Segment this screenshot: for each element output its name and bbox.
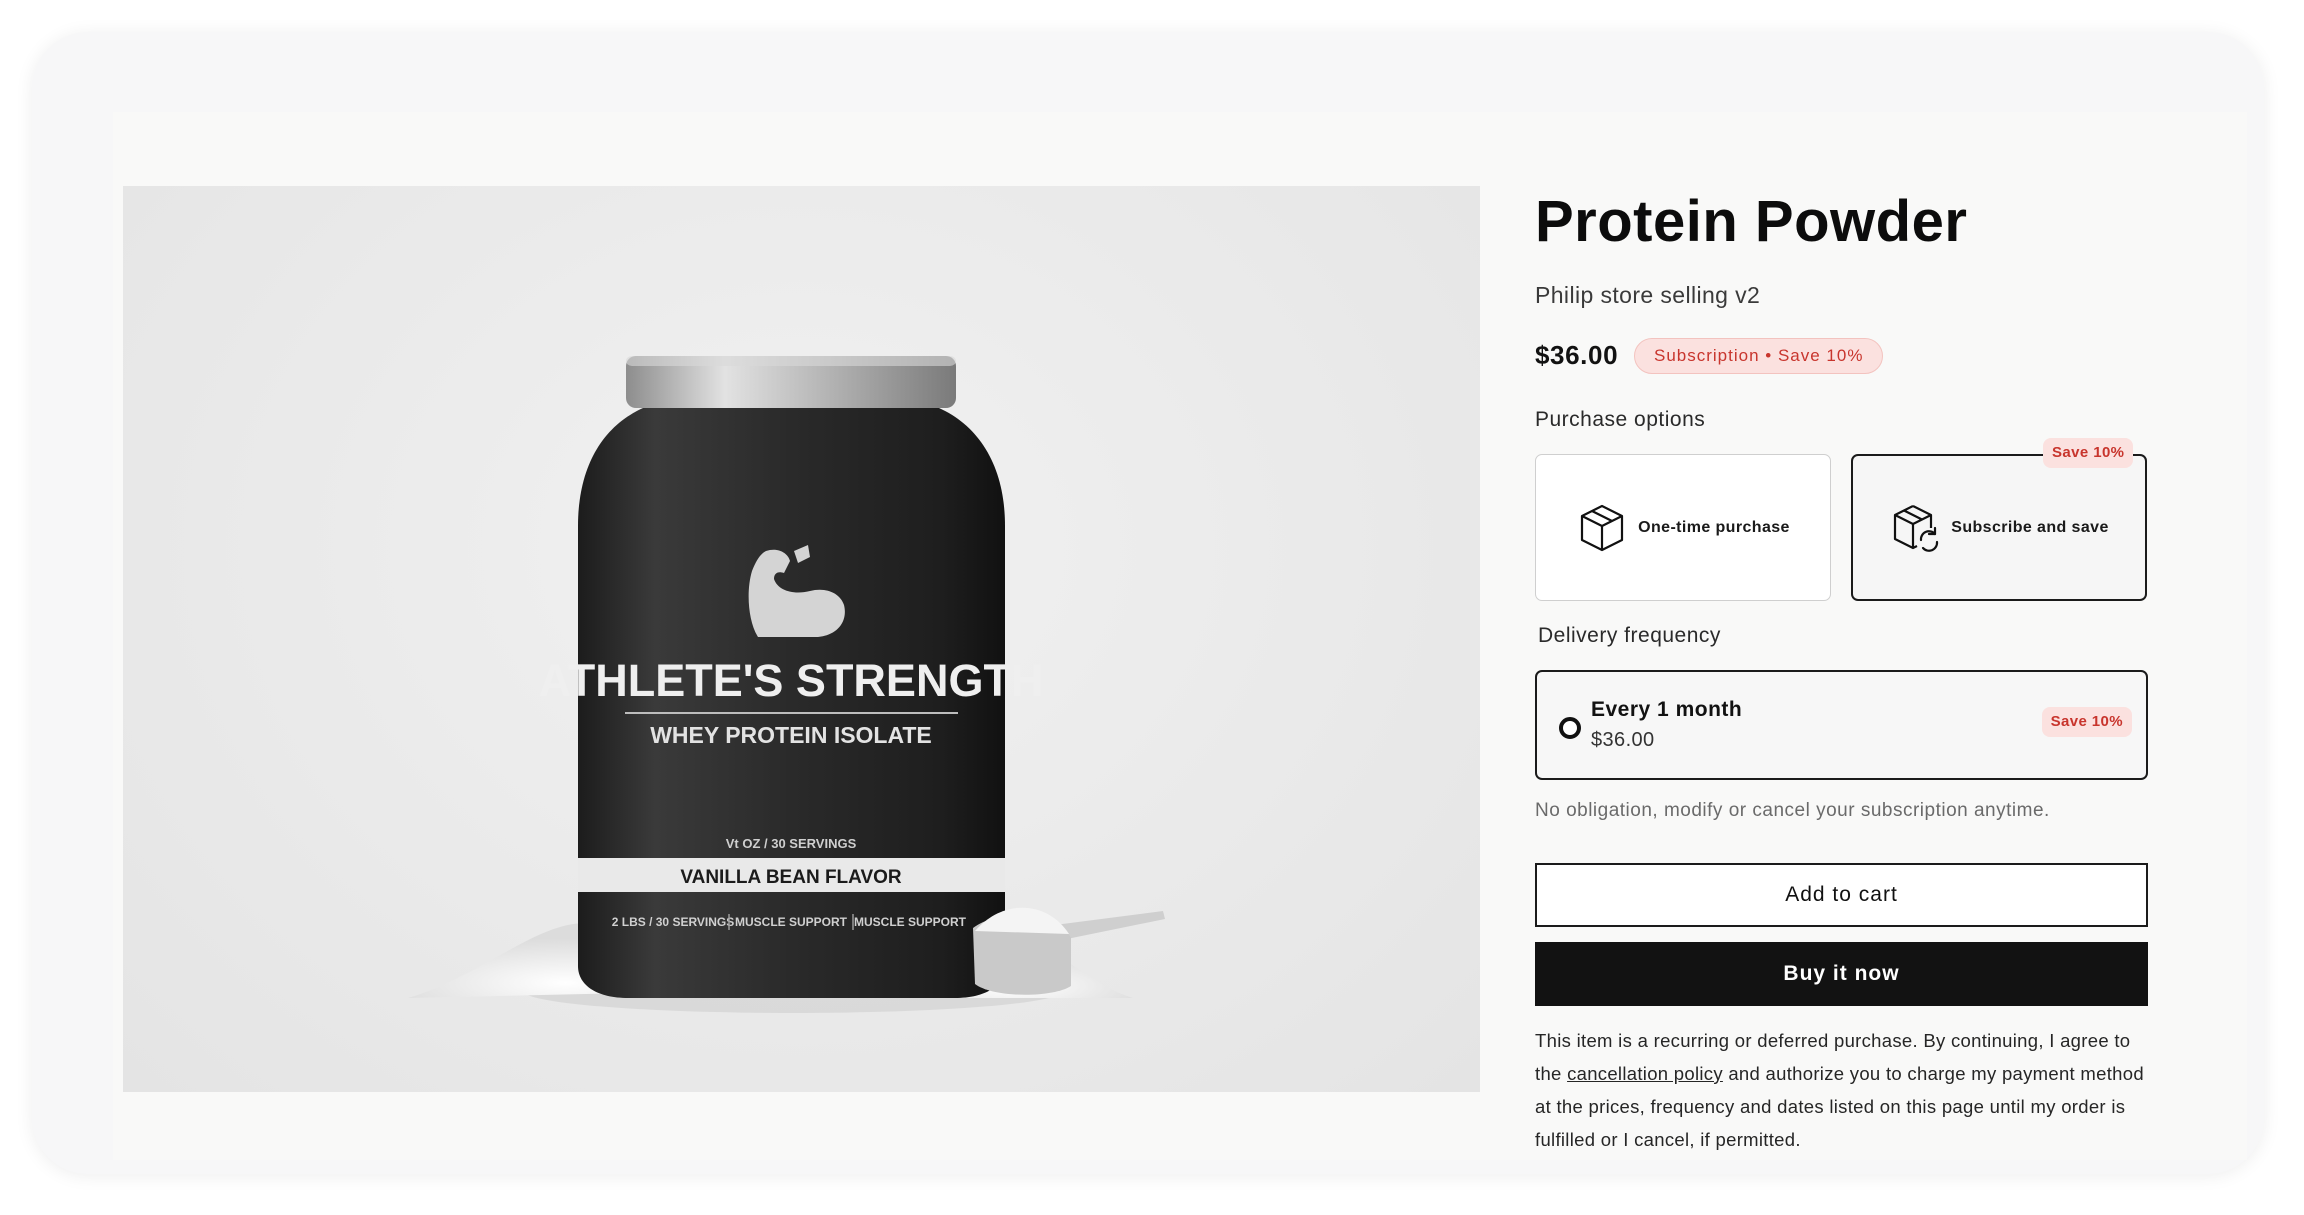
box-refresh-icon	[1889, 502, 1941, 554]
delivery-frequency-label: Delivery frequency	[1538, 624, 1721, 647]
product-info: Protein Powder Philip store selling v2 $…	[1535, 112, 2155, 1160]
jar-footer-2: MUSCLE SUPPORT	[735, 915, 848, 929]
jar-footer-1: 2 LBS / 30 SERVINGS	[612, 915, 735, 929]
cancellation-policy-link[interactable]: cancellation policy	[1567, 1063, 1723, 1084]
product-vendor: Philip store selling v2	[1535, 282, 1761, 308]
jar-footer-3: MUSCLE SUPPORT	[854, 915, 967, 929]
window-frame: ATHLETE'S STRENGTH WHEY PROTEIN ISOLATE …	[32, 32, 2264, 1174]
frequency-name: Every 1 month	[1591, 698, 1743, 721]
legal-disclaimer: This item is a recurring or deferred pur…	[1535, 1024, 2160, 1156]
subscription-badge: Subscription • Save 10%	[1634, 338, 1884, 374]
purchase-options-label: Purchase options	[1535, 408, 1706, 431]
subscribe-save-tag: Save 10%	[2043, 438, 2134, 468]
product-title: Protein Powder	[1535, 189, 1968, 254]
product-price: $36.00	[1535, 340, 1619, 370]
subscribe-and-save-label: Subscribe and save	[1951, 518, 2109, 536]
buy-it-now-button[interactable]: Buy it now	[1535, 942, 2148, 1006]
subscribe-and-save-option[interactable]: Subscribe and save	[1851, 454, 2147, 601]
delivery-frequency-option[interactable]: Every 1 month $36.00 Save 10%	[1535, 670, 2148, 780]
product-page: ATHLETE'S STRENGTH WHEY PROTEIN ISOLATE …	[113, 112, 2247, 1160]
product-photo: ATHLETE'S STRENGTH WHEY PROTEIN ISOLATE …	[408, 356, 1165, 1013]
one-time-purchase-option[interactable]: One-time purchase	[1535, 454, 1831, 601]
jar-flavor: VANILLA BEAN FLAVOR	[680, 867, 902, 888]
jar-brand: ATHLETE'S STRENGTH	[539, 655, 1044, 706]
jar-subtitle: WHEY PROTEIN ISOLATE	[650, 722, 932, 748]
frequency-price: $36.00	[1591, 729, 1655, 751]
add-to-cart-button[interactable]: Add to cart	[1535, 863, 2148, 927]
box-icon	[1576, 502, 1628, 554]
radio-selected-icon[interactable]	[1559, 717, 1581, 739]
one-time-purchase-label: One-time purchase	[1638, 518, 1790, 536]
jar-small-text: Vt OZ / 30 SERVINGS	[726, 836, 857, 851]
frequency-save-tag: Save 10%	[2041, 707, 2132, 737]
product-image[interactable]: ATHLETE'S STRENGTH WHEY PROTEIN ISOLATE …	[123, 186, 1480, 1092]
scoop	[973, 907, 1165, 995]
subscription-note: No obligation, modify or cancel your sub…	[1535, 800, 2050, 821]
